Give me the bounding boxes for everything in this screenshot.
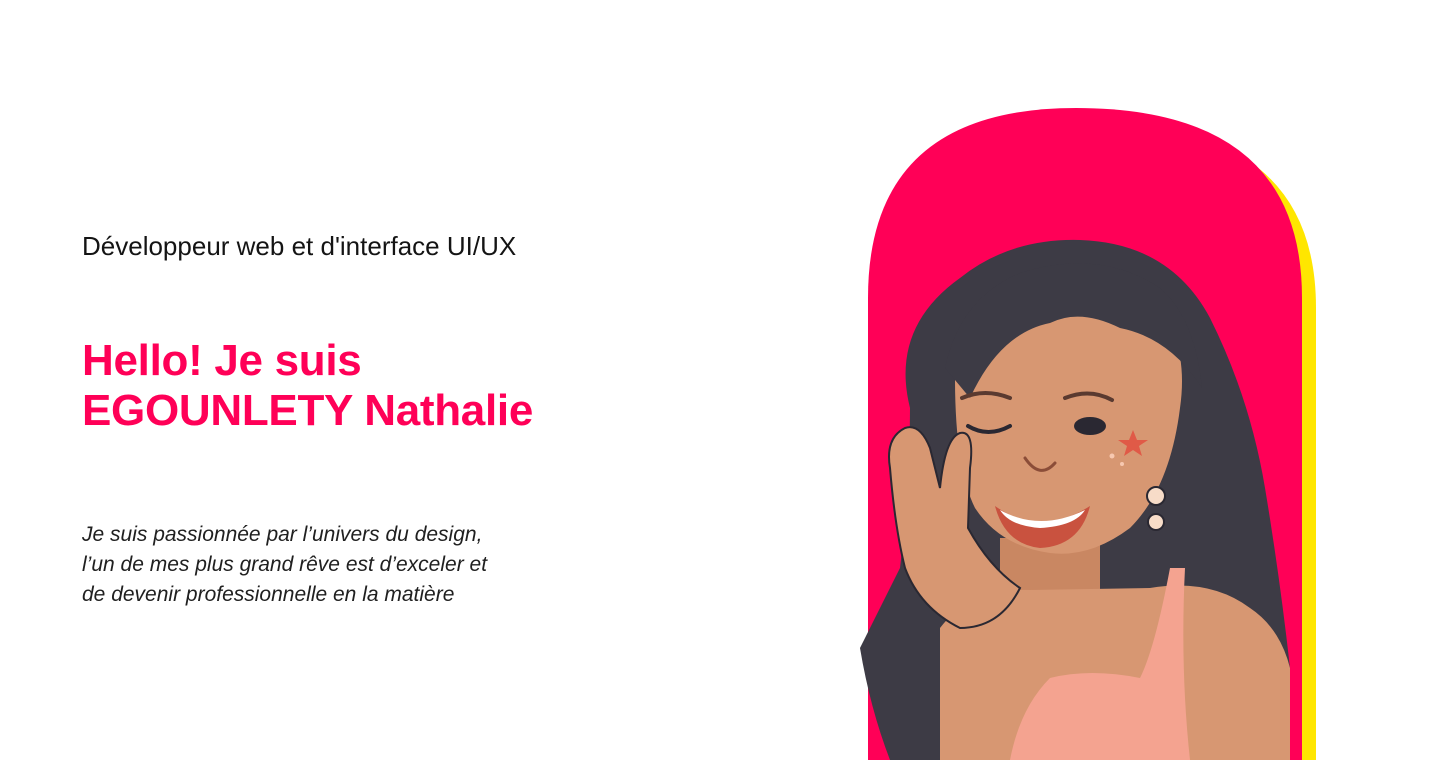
role-subtitle: Développeur web et d'interface UI/UX — [82, 231, 517, 261]
headline-line-2: EGOUNLETY Nathalie — [82, 386, 533, 435]
avatar-illustration-icon — [860, 108, 1316, 760]
freckle — [1120, 462, 1124, 466]
intro-line-2: l’un de mes plus grand rêve est d’excele… — [82, 553, 488, 576]
headline-line-1: Hello! Je suis — [82, 336, 362, 385]
earring-bottom — [1147, 513, 1165, 531]
intro-paragraph: Je suis passionnée par l’univers du desi… — [82, 520, 582, 610]
hero-headline: Hello! Je suis EGOUNLETY Nathalie — [82, 336, 722, 436]
hero-section: Développeur web et d'interface UI/UX Hel… — [82, 226, 722, 610]
earring-top — [1146, 486, 1166, 506]
page: Développeur web et d'interface UI/UX Hel… — [0, 0, 1440, 760]
intro-line-1: Je suis passionnée par l’univers du desi… — [82, 523, 483, 546]
intro-line-3: de devenir professionnelle en la matière — [82, 583, 455, 606]
freckle — [1109, 453, 1115, 459]
portrait-frame — [850, 108, 1320, 760]
right-eye — [1074, 417, 1106, 435]
